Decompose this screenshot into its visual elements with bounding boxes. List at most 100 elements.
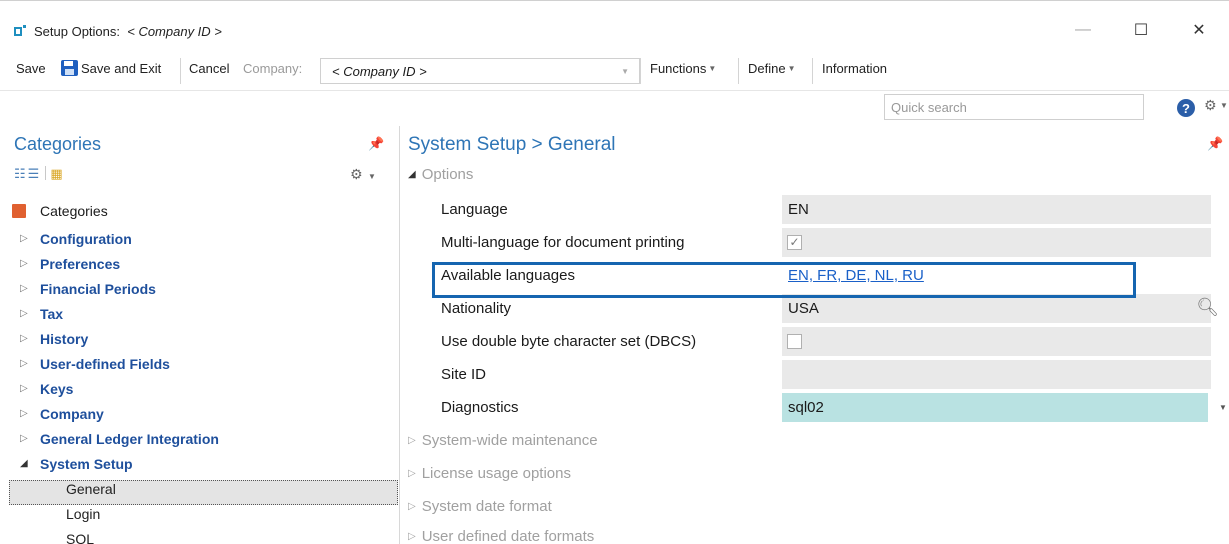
tree-item-label: Company — [40, 406, 104, 422]
categories-pane: Categories 📌 ☷☰ ▦ ⚙ ▼ Categories ▷ Configu… — [0, 126, 400, 544]
tree-item-financial-periods[interactable]: ▷ Financial Periods — [0, 280, 400, 305]
gear-icon[interactable]: ⚙ — [350, 166, 363, 183]
categories-tree: ▷ Configuration ▷ Preferences ▷ Financial P… — [0, 230, 400, 544]
tree-child-label: SQL — [66, 531, 95, 544]
functions-menu-label: Functions — [650, 61, 707, 76]
tree-item-keys[interactable]: ▷ Keys — [0, 380, 400, 405]
company-select-value: < Company ID > — [332, 64, 427, 79]
quick-search-placeholder: Quick search — [891, 100, 967, 115]
pin-icon[interactable]: 📌 — [1207, 136, 1223, 152]
property-value: USA — [788, 300, 819, 317]
gear-icon[interactable]: ⚙ — [1204, 97, 1217, 114]
tree-item-label: User-defined Fields — [40, 356, 170, 372]
tree-item-history[interactable]: ▷ History — [0, 330, 400, 355]
expand-arrow-icon[interactable]: ▷ — [20, 383, 28, 394]
save-and-exit-button[interactable]: Save and Exit — [81, 61, 161, 76]
collapse-all-icon[interactable]: ☰ — [28, 166, 42, 181]
expand-arrow-icon[interactable]: ▷ — [408, 531, 416, 542]
expand-arrow-icon[interactable]: ▷ — [408, 501, 416, 512]
company-label: Company: — [243, 61, 303, 76]
help-icon[interactable]: ? — [1177, 99, 1195, 117]
expand-arrow-icon[interactable]: ▷ — [408, 468, 416, 479]
tree-item-label: System Setup — [40, 456, 133, 472]
expand-arrow-icon[interactable]: ▷ — [20, 308, 28, 319]
chevron-down-icon[interactable]: ▼ — [1220, 101, 1228, 110]
property-value: EN — [788, 201, 809, 218]
chevron-down-icon[interactable]: ▼ — [1219, 403, 1227, 412]
toolbar-divider — [812, 58, 813, 84]
floppy-disk-icon[interactable] — [61, 60, 78, 76]
tree-child-login[interactable]: Login — [0, 505, 400, 530]
collapse-arrow-icon[interactable]: ◢ — [20, 458, 28, 469]
tree-item-label: Preferences — [40, 256, 121, 272]
information-button[interactable]: Information — [822, 61, 887, 76]
tree-item-configuration[interactable]: ▷ Configuration — [0, 230, 400, 255]
tree-item-label: History — [40, 331, 89, 347]
tree-child-label: General — [66, 481, 116, 497]
tree-item-user-defined-fields[interactable]: ▷ User-defined Fields — [0, 355, 400, 380]
group-options-label: Options — [421, 166, 474, 183]
diagnostics-field[interactable]: sql02 — [782, 393, 1208, 422]
properties-pane: System Setup > General 📌 ◢ Options Langua… — [401, 126, 1229, 544]
property-row-site-id: Site ID — [431, 360, 1211, 389]
tree-item-label: Tax — [40, 306, 64, 322]
expand-arrow-icon[interactable]: ▷ — [20, 358, 28, 369]
group-system-wide-maintenance[interactable]: ▷ System-wide maintenance — [408, 432, 598, 449]
property-value: sql02 — [788, 399, 824, 416]
tree-item-preferences[interactable]: ▷ Preferences — [0, 255, 400, 280]
expand-arrow-icon[interactable]: ▷ — [20, 433, 28, 444]
tree-item-general-ledger-integration[interactable]: ▷ General Ledger Integration — [0, 430, 400, 455]
window-title: Setup Options: < Company ID > — [34, 24, 222, 39]
expand-arrow-icon[interactable]: ▷ — [20, 233, 28, 244]
chevron-down-icon[interactable]: ▼ — [368, 172, 376, 181]
search-icon[interactable]: 🔍︎ — [1196, 297, 1219, 318]
dbcs-checkbox[interactable] — [787, 334, 802, 349]
expand-arrow-icon[interactable]: ▷ — [20, 333, 28, 344]
group-label: System-wide maintenance — [421, 432, 598, 449]
chevron-down-icon: ▼ — [787, 64, 796, 73]
tree-item-tax[interactable]: ▷ Tax — [0, 305, 400, 330]
cancel-button[interactable]: Cancel — [189, 61, 229, 76]
minimize-button[interactable]: — — [1060, 15, 1106, 45]
chevron-down-icon: ▼ — [708, 64, 717, 73]
group-user-defined-date-formats[interactable]: ▷ User defined date formats — [408, 528, 594, 544]
expand-arrow-icon[interactable]: ▷ — [408, 435, 416, 446]
multi-language-checkbox[interactable]: ✓ — [787, 235, 802, 250]
collapse-arrow-icon[interactable]: ◢ — [408, 169, 416, 180]
define-menu[interactable]: Define ▼ — [748, 61, 796, 76]
maximize-button[interactable]: ☐ — [1118, 15, 1164, 45]
pin-icon[interactable]: 📌 — [368, 136, 384, 152]
tree-item-system-setup[interactable]: ◢ System Setup — [0, 455, 400, 480]
grid-view-icon[interactable]: ▦ — [50, 166, 64, 181]
company-select[interactable]: < Company ID > ▼ — [320, 58, 640, 84]
group-options[interactable]: ◢ Options — [408, 166, 473, 183]
expand-arrow-icon[interactable]: ▷ — [20, 283, 28, 294]
tree-item-company[interactable]: ▷ Company — [0, 405, 400, 430]
nationality-field[interactable]: USA 🔍︎ — [782, 294, 1219, 323]
group-system-date-format[interactable]: ▷ System date format — [408, 498, 552, 515]
multi-language-field: ✓ — [782, 228, 1211, 257]
title-bar: Setup Options: < Company ID > — ☐ ✕ — [0, 0, 1229, 44]
language-field[interactable]: EN — [782, 195, 1211, 224]
tree-child-general[interactable]: General — [9, 480, 398, 505]
search-bar: Quick search ? ⚙ ▼ — [0, 90, 1229, 126]
property-label: Multi-language for document printing — [441, 234, 685, 251]
tree-child-sql[interactable]: SQL — [0, 530, 400, 544]
property-row-diagnostics: Diagnostics sql02 — [431, 393, 1211, 422]
toolbar: Save Save and Exit Cancel Company: < Com… — [0, 54, 1229, 86]
quick-search-input[interactable]: Quick search — [884, 94, 1144, 120]
expand-arrow-icon[interactable]: ▷ — [20, 258, 28, 269]
property-row-nationality: Nationality USA 🔍︎ — [431, 294, 1219, 323]
toolbar-divider — [45, 166, 47, 180]
expand-arrow-icon[interactable]: ▷ — [20, 408, 28, 419]
save-button[interactable]: Save — [16, 61, 46, 76]
group-label: License usage options — [421, 465, 571, 482]
site-id-field[interactable] — [782, 360, 1211, 389]
close-button[interactable]: ✕ — [1176, 15, 1222, 45]
functions-menu[interactable]: Functions ▼ — [650, 61, 716, 76]
expand-all-icon[interactable]: ☷ — [14, 166, 28, 181]
property-label: Nationality — [441, 300, 512, 317]
tree-item-label: Financial Periods — [40, 281, 156, 297]
group-label: System date format — [421, 498, 552, 515]
group-license-usage-options[interactable]: ▷ License usage options — [408, 465, 571, 482]
